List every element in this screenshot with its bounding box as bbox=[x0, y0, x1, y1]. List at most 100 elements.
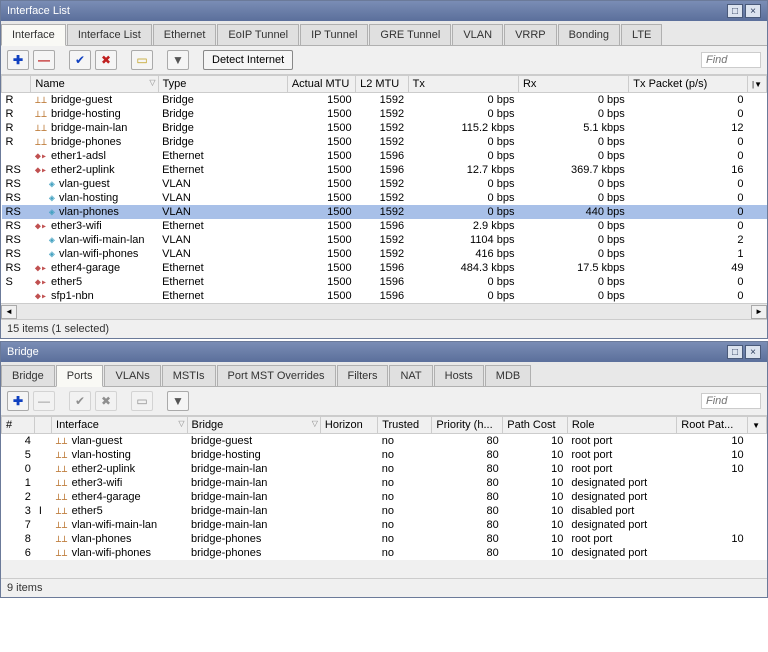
vlan-icon: ◈ bbox=[49, 207, 55, 218]
port-row[interactable]: 0⊥⊥ether2-uplinkbridge-main-lanno8010roo… bbox=[2, 462, 767, 476]
col-header[interactable]: Type bbox=[158, 76, 287, 93]
status-bar: 9 items bbox=[1, 578, 767, 597]
filter-button[interactable]: ▼ bbox=[167, 50, 189, 70]
interface-row[interactable]: R⊥⊥bridge-phonesBridge150015920 bps0 bps… bbox=[2, 135, 767, 149]
tabs: BridgePortsVLANsMSTIsPort MST OverridesF… bbox=[1, 362, 767, 387]
bridge-icon: ⊥⊥ bbox=[56, 464, 68, 475]
tab-vlans[interactable]: VLANs bbox=[104, 365, 160, 386]
titlebar[interactable]: Bridge □ × bbox=[1, 342, 767, 362]
col-header[interactable]: Role bbox=[567, 417, 676, 434]
vlan-icon: ◈ bbox=[49, 249, 55, 260]
col-header[interactable] bbox=[35, 417, 52, 434]
interface-row[interactable]: RS◆▸ether2-uplinkEthernet1500159612.7 kb… bbox=[2, 163, 767, 177]
col-header[interactable]: Horizon bbox=[320, 417, 377, 434]
comment-button[interactable]: ▭ bbox=[131, 50, 153, 70]
bridge-icon: ⊥⊥ bbox=[56, 436, 68, 447]
col-header[interactable]: Root Pat... bbox=[677, 417, 748, 434]
tab-bonding[interactable]: Bonding bbox=[558, 24, 620, 45]
bridge-icon: ⊥⊥ bbox=[56, 450, 68, 461]
col-menu[interactable]: ▼ bbox=[748, 417, 767, 434]
minimize-icon[interactable]: □ bbox=[727, 4, 743, 18]
disable-button[interactable]: ✖ bbox=[95, 50, 117, 70]
tab-ports[interactable]: Ports bbox=[56, 365, 104, 387]
col-header[interactable]: Actual MTU bbox=[287, 76, 355, 93]
scroll-right-icon[interactable]: ► bbox=[751, 305, 767, 319]
tab-interface[interactable]: Interface bbox=[1, 24, 66, 46]
tab-gre-tunnel[interactable]: GRE Tunnel bbox=[369, 24, 451, 45]
interface-grid[interactable]: NameTypeActual MTUL2 MTUTxRxTx Packet (p… bbox=[1, 75, 767, 303]
interface-row[interactable]: R⊥⊥bridge-hostingBridge150015920 bps0 bp… bbox=[2, 107, 767, 121]
col-header[interactable]: Tx Packet (p/s) bbox=[629, 76, 748, 93]
tab-mstis[interactable]: MSTIs bbox=[162, 365, 216, 386]
remove-button[interactable]: — bbox=[33, 50, 55, 70]
interface-row[interactable]: RS◈vlan-guestVLAN150015920 bps0 bps0 bbox=[2, 177, 767, 191]
h-scrollbar[interactable]: ◄ ► bbox=[1, 303, 767, 319]
add-button[interactable]: ✚ bbox=[7, 391, 29, 411]
comment-button: ▭ bbox=[131, 391, 153, 411]
port-row[interactable]: 8⊥⊥vlan-phonesbridge-phonesno8010root po… bbox=[2, 532, 767, 546]
tab-eoip-tunnel[interactable]: EoIP Tunnel bbox=[217, 24, 299, 45]
toolbar: ✚ — ✔ ✖ ▭ ▼ bbox=[1, 387, 767, 416]
col-header[interactable]: Name bbox=[31, 76, 158, 93]
col-header[interactable]: L2 MTU bbox=[356, 76, 409, 93]
interface-row[interactable]: ◆▸sfp1-nbnEthernet150015960 bps0 bps0 bbox=[2, 289, 767, 303]
tab-bridge[interactable]: Bridge bbox=[1, 365, 55, 386]
tab-ip-tunnel[interactable]: IP Tunnel bbox=[300, 24, 368, 45]
toolbar: ✚ — ✔ ✖ ▭ ▼ Detect Internet bbox=[1, 46, 767, 75]
col-header[interactable]: Bridge bbox=[187, 417, 320, 434]
col-header[interactable] bbox=[2, 76, 31, 93]
tab-vrrp[interactable]: VRRP bbox=[504, 24, 557, 45]
find-input[interactable] bbox=[701, 393, 761, 409]
tab-ethernet[interactable]: Ethernet bbox=[153, 24, 217, 45]
titlebar[interactable]: Interface List □ × bbox=[1, 1, 767, 21]
col-header[interactable]: Path Cost bbox=[503, 417, 568, 434]
col-header[interactable]: Tx bbox=[408, 76, 518, 93]
add-button[interactable]: ✚ bbox=[7, 50, 29, 70]
tab-mdb[interactable]: MDB bbox=[485, 365, 531, 386]
col-header[interactable]: Priority (h... bbox=[432, 417, 503, 434]
tab-filters[interactable]: Filters bbox=[337, 365, 389, 386]
port-row[interactable]: 6⊥⊥vlan-wifi-phonesbridge-phonesno8010de… bbox=[2, 546, 767, 560]
interface-row[interactable]: RS◈vlan-phonesVLAN150015920 bps440 bps0 bbox=[2, 205, 767, 219]
interface-row[interactable]: RS◈vlan-wifi-phonesVLAN15001592416 bps0 … bbox=[2, 247, 767, 261]
port-row[interactable]: 7⊥⊥vlan-wifi-main-lanbridge-main-lanno80… bbox=[2, 518, 767, 532]
remove-button: — bbox=[33, 391, 55, 411]
interface-row[interactable]: S◆▸ether5Ethernet150015960 bps0 bps0 bbox=[2, 275, 767, 289]
close-icon[interactable]: × bbox=[745, 345, 761, 359]
bridge-icon: ⊥⊥ bbox=[35, 123, 47, 134]
port-row[interactable]: 5⊥⊥vlan-hostingbridge-hostingno8010root … bbox=[2, 448, 767, 462]
close-icon[interactable]: × bbox=[745, 4, 761, 18]
col-header[interactable]: Interface bbox=[52, 417, 187, 434]
interface-list-window: Interface List □ × InterfaceInterface Li… bbox=[0, 0, 768, 339]
col-menu[interactable]: |▼ bbox=[748, 76, 767, 93]
col-header[interactable]: # bbox=[2, 417, 35, 434]
tab-nat[interactable]: NAT bbox=[389, 365, 432, 386]
interface-row[interactable]: RS◆▸ether4-garageEthernet15001596484.3 k… bbox=[2, 261, 767, 275]
port-row[interactable]: 4⊥⊥vlan-guestbridge-guestno8010root port… bbox=[2, 434, 767, 449]
col-header[interactable]: Trusted bbox=[378, 417, 432, 434]
bridge-icon: ⊥⊥ bbox=[35, 137, 47, 148]
port-row[interactable]: 3I⊥⊥ether5bridge-main-lanno8010disabled … bbox=[2, 504, 767, 518]
interface-row[interactable]: RS◈vlan-wifi-main-lanVLAN150015921104 bp… bbox=[2, 233, 767, 247]
vlan-icon: ◈ bbox=[49, 193, 55, 204]
detect-internet-button[interactable]: Detect Internet bbox=[203, 50, 293, 70]
col-header[interactable]: Rx bbox=[518, 76, 628, 93]
tab-vlan[interactable]: VLAN bbox=[452, 24, 503, 45]
tab-interface-list[interactable]: Interface List bbox=[67, 24, 152, 45]
port-row[interactable]: 2⊥⊥ether4-garagebridge-main-lanno8010des… bbox=[2, 490, 767, 504]
interface-row[interactable]: R⊥⊥bridge-guestBridge150015920 bps0 bps0 bbox=[2, 93, 767, 108]
interface-row[interactable]: ◆▸ether1-adslEthernet150015960 bps0 bps0 bbox=[2, 149, 767, 163]
tab-lte[interactable]: LTE bbox=[621, 24, 662, 45]
interface-row[interactable]: RS◆▸ether3-wifiEthernet150015962.9 kbps0… bbox=[2, 219, 767, 233]
interface-row[interactable]: RS◈vlan-hostingVLAN150015920 bps0 bps0 bbox=[2, 191, 767, 205]
ports-grid[interactable]: # InterfaceBridgeHorizonTrustedPriority (… bbox=[1, 416, 767, 560]
scroll-left-icon[interactable]: ◄ bbox=[1, 305, 17, 319]
filter-button[interactable]: ▼ bbox=[167, 391, 189, 411]
interface-row[interactable]: R⊥⊥bridge-main-lanBridge15001592115.2 kb… bbox=[2, 121, 767, 135]
port-row[interactable]: 1⊥⊥ether3-wifibridge-main-lanno8010desig… bbox=[2, 476, 767, 490]
tab-hosts[interactable]: Hosts bbox=[434, 365, 484, 386]
find-input[interactable] bbox=[701, 52, 761, 68]
enable-button[interactable]: ✔ bbox=[69, 50, 91, 70]
minimize-icon[interactable]: □ bbox=[727, 345, 743, 359]
tab-port-mst-overrides[interactable]: Port MST Overrides bbox=[217, 365, 336, 386]
